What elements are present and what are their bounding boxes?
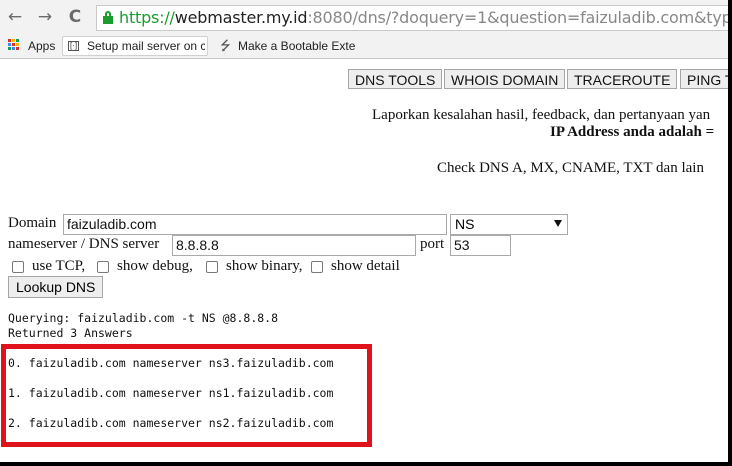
- record-type-value: NS: [455, 216, 475, 232]
- url-host: webmaster.my.id: [174, 8, 308, 27]
- domain-label: Domain: [8, 215, 57, 231]
- port-label: port: [420, 236, 445, 252]
- show-detail-checkbox[interactable]: [311, 261, 323, 273]
- browser-window: ← → C https://webmaster.my.id:8080/dns/?…: [0, 0, 728, 462]
- query-line: Querying: faizuladib.com -t NS @8.8.8.8: [8, 311, 279, 325]
- lookup-dns-button[interactable]: Lookup DNS: [8, 276, 104, 298]
- apps-icon[interactable]: [8, 39, 20, 51]
- dns-tools-button[interactable]: DNS TOOLS: [348, 69, 443, 89]
- report-text: Laporkan kesalahan hasil, feedback, dan …: [372, 107, 711, 123]
- use-tcp-checkbox[interactable]: [12, 261, 24, 273]
- url-text: https://webmaster.my.id:8080/dns/?doquer…: [119, 7, 728, 29]
- bookmarks-bar: Apps [·] Setup mail server on c ⭍ Make a…: [0, 34, 728, 59]
- url-path: :8080/dns/?doquery=1&question=faizuladib…: [307, 8, 728, 27]
- traceroute-button[interactable]: TRACEROUTE: [567, 69, 678, 89]
- page-content: DNS TOOLS WHOIS DOMAIN TRACEROUTE PING T…: [0, 59, 728, 462]
- address-bar[interactable]: https://webmaster.my.id:8080/dns/?doquer…: [96, 5, 728, 31]
- show-binary-label: show binary,: [226, 258, 303, 274]
- ip-address-text: IP Address anda adalah =: [550, 124, 715, 140]
- show-binary-checkbox[interactable]: [206, 261, 218, 273]
- bookmark-page-icon: [·]: [68, 41, 79, 51]
- lock-icon: [103, 11, 113, 24]
- use-tcp-label: use TCP,: [32, 258, 86, 274]
- url-scheme: https://: [119, 8, 175, 27]
- bookmark-label: Setup mail server on c: [87, 39, 205, 53]
- whois-domain-button[interactable]: WHOIS DOMAIN: [444, 69, 566, 89]
- usb-icon: ⭍: [220, 39, 231, 54]
- port-input[interactable]: 53: [450, 235, 511, 256]
- nameserver-input[interactable]: 8.8.8.8: [172, 235, 416, 256]
- record-type-select[interactable]: NS: [450, 214, 568, 235]
- bookmark-setup-mail[interactable]: [·] Setup mail server on c: [62, 36, 208, 56]
- highlight-box: [1, 344, 372, 447]
- reload-icon[interactable]: C: [66, 8, 84, 26]
- chevron-down-icon: [554, 220, 562, 227]
- apps-link[interactable]: Apps: [28, 37, 55, 55]
- forward-arrow-icon[interactable]: →: [36, 8, 54, 26]
- back-arrow-icon[interactable]: ←: [6, 8, 24, 26]
- ping-button[interactable]: PING T: [680, 69, 728, 89]
- bookmark-bootable[interactable]: Make a Bootable Exte: [238, 37, 355, 55]
- check-dns-text: Check DNS A, MX, CNAME, TXT dan lain: [437, 160, 704, 176]
- browser-toolbar: ← → C https://webmaster.my.id:8080/dns/?…: [0, 0, 728, 34]
- returned-line: Returned 3 Answers: [8, 326, 133, 340]
- show-debug-label: show debug,: [117, 258, 193, 274]
- nameserver-label: nameserver / DNS server: [8, 236, 160, 252]
- domain-input[interactable]: faizuladib.com: [63, 214, 447, 235]
- show-detail-label: show detail: [331, 258, 400, 274]
- show-debug-checkbox[interactable]: [97, 261, 109, 273]
